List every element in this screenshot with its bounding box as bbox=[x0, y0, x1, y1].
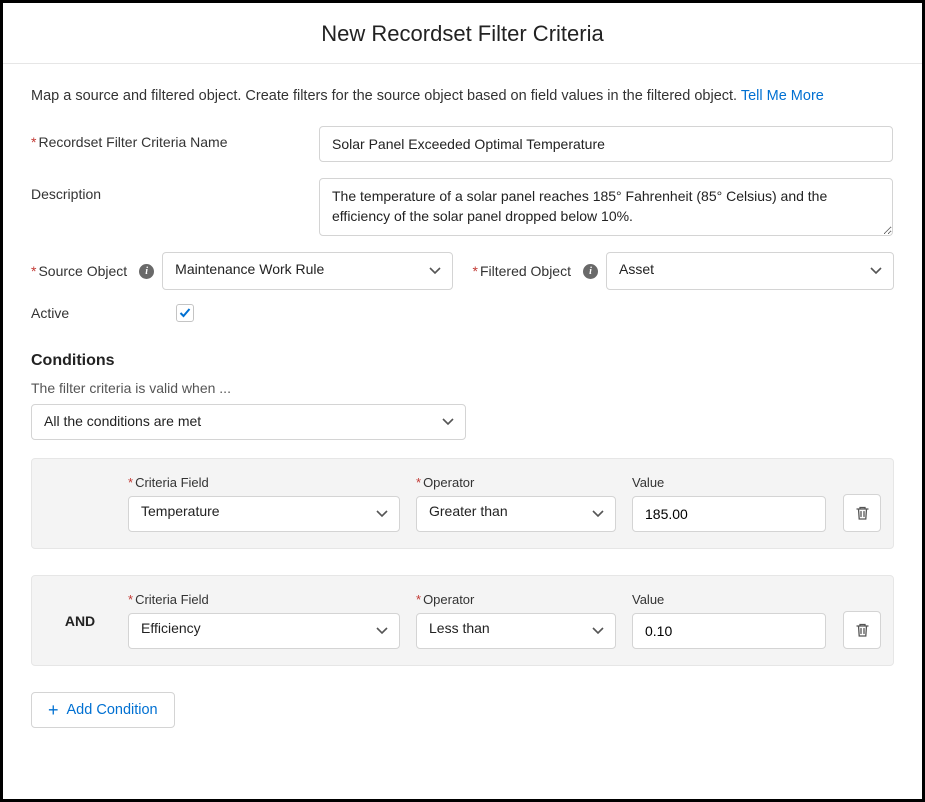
description-textarea[interactable]: The temperature of a solar panel reaches… bbox=[319, 178, 893, 236]
conditions-logic-select[interactable]: All the conditions are met bbox=[31, 404, 466, 440]
label-source-object: *Source Object bbox=[31, 263, 127, 279]
conditions-title: Conditions bbox=[31, 352, 894, 370]
info-icon[interactable]: i bbox=[139, 264, 154, 279]
operator-col: *Operator Less than bbox=[416, 592, 616, 649]
col-filtered-object: *Filtered Object i Asset bbox=[473, 252, 895, 290]
row-active: Active bbox=[31, 304, 894, 322]
criteria-field-select[interactable]: Efficiency bbox=[128, 613, 400, 649]
value-input[interactable] bbox=[632, 613, 826, 649]
conditions-logic-wrap: All the conditions are met bbox=[31, 404, 466, 440]
intro-copy: Map a source and filtered object. Create… bbox=[31, 88, 737, 104]
col-source-object: *Source Object i Maintenance Work Rule bbox=[31, 252, 453, 290]
label-description: Description bbox=[31, 178, 319, 202]
label-criteria-field: *Criteria Field bbox=[128, 592, 400, 607]
filtered-object-select-wrap: Asset bbox=[606, 252, 894, 290]
active-checkbox[interactable] bbox=[176, 304, 194, 322]
value-col: Value bbox=[632, 475, 826, 532]
condition-row: *Criteria Field Temperature *Operator Gr… bbox=[31, 458, 894, 549]
label-operator: *Operator bbox=[416, 592, 616, 607]
condition-fields: *Criteria Field Temperature *Operator Gr… bbox=[128, 475, 831, 532]
label-value: Value bbox=[632, 475, 826, 490]
dialog-title: New Recordset Filter Criteria bbox=[3, 3, 922, 64]
label-criteria-field: *Criteria Field bbox=[128, 475, 400, 490]
label-operator: *Operator bbox=[416, 475, 616, 490]
label-value: Value bbox=[632, 592, 826, 607]
plus-icon: + bbox=[48, 701, 59, 719]
row-description: Description The temperature of a solar p… bbox=[31, 178, 894, 236]
conditions-hint: The filter criteria is valid when ... bbox=[31, 380, 894, 396]
criteria-field-col: *Criteria Field Temperature bbox=[128, 475, 400, 532]
value-input[interactable] bbox=[632, 496, 826, 532]
condition-join: AND bbox=[44, 613, 116, 629]
dialog-content: Map a source and filtered object. Create… bbox=[3, 64, 922, 744]
add-condition-label: Add Condition bbox=[67, 702, 158, 718]
source-object-select[interactable]: Maintenance Work Rule bbox=[162, 252, 452, 290]
label-active: Active bbox=[31, 305, 176, 321]
source-object-select-wrap: Maintenance Work Rule bbox=[162, 252, 452, 290]
delete-condition-button[interactable] bbox=[843, 611, 881, 649]
label-name: *Recordset Filter Criteria Name bbox=[31, 126, 319, 150]
required-asterisk: * bbox=[31, 134, 36, 150]
value-col: Value bbox=[632, 592, 826, 649]
filtered-object-select[interactable]: Asset bbox=[606, 252, 894, 290]
trash-icon bbox=[855, 622, 870, 638]
criteria-field-col: *Criteria Field Efficiency bbox=[128, 592, 400, 649]
criteria-field-select[interactable]: Temperature bbox=[128, 496, 400, 532]
required-asterisk: * bbox=[31, 263, 36, 279]
row-name: *Recordset Filter Criteria Name bbox=[31, 126, 894, 162]
name-input[interactable] bbox=[319, 126, 893, 162]
info-icon[interactable]: i bbox=[583, 264, 598, 279]
operator-col: *Operator Greater than bbox=[416, 475, 616, 532]
operator-select[interactable]: Greater than bbox=[416, 496, 616, 532]
add-condition-button[interactable]: + Add Condition bbox=[31, 692, 175, 728]
trash-icon bbox=[855, 505, 870, 521]
condition-fields: *Criteria Field Efficiency *Operator Les… bbox=[128, 592, 831, 649]
required-asterisk: * bbox=[473, 263, 478, 279]
condition-row: AND *Criteria Field Efficiency *Operator… bbox=[31, 575, 894, 666]
row-objects: *Source Object i Maintenance Work Rule *… bbox=[31, 252, 894, 290]
dialog-frame: New Recordset Filter Criteria Map a sour… bbox=[0, 0, 925, 802]
operator-select[interactable]: Less than bbox=[416, 613, 616, 649]
tell-me-more-link[interactable]: Tell Me More bbox=[741, 88, 824, 104]
delete-condition-button[interactable] bbox=[843, 494, 881, 532]
intro-text: Map a source and filtered object. Create… bbox=[31, 88, 894, 104]
label-filtered-object: *Filtered Object bbox=[473, 263, 572, 279]
